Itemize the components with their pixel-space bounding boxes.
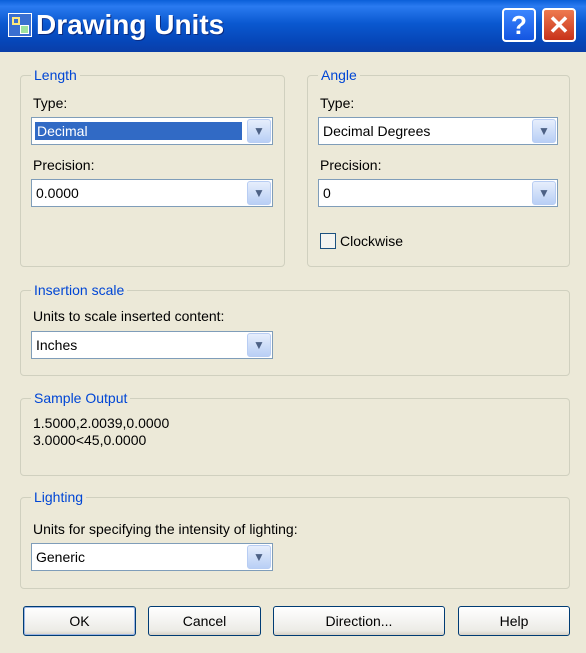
length-precision-label: Precision: — [33, 157, 95, 173]
length-legend: Length — [31, 66, 80, 84]
length-type-label: Type: — [33, 95, 68, 111]
close-button[interactable]: ✕ — [542, 8, 576, 42]
angle-precision-label: Precision: — [320, 157, 382, 173]
chevron-down-icon[interactable]: ▼ — [247, 181, 271, 205]
chevron-down-icon[interactable]: ▼ — [247, 333, 271, 357]
angle-type-dropdown[interactable]: Decimal Degrees ▼ — [318, 117, 558, 145]
length-type-dropdown[interactable]: Decimal ▼ — [31, 117, 273, 145]
direction-button[interactable]: Direction... — [273, 606, 445, 636]
drawing-units-icon — [8, 13, 32, 37]
angle-legend: Angle — [318, 66, 360, 84]
length-type-value: Decimal — [35, 122, 242, 140]
angle-precision-dropdown[interactable]: 0 ▼ — [318, 179, 558, 207]
length-precision-dropdown[interactable]: 0.0000 ▼ — [31, 179, 273, 207]
chevron-down-icon[interactable]: ▼ — [247, 119, 271, 143]
angle-type-label: Type: — [320, 95, 355, 111]
drawing-units-dialog: Drawing Units ? ✕ Length Type: Decimal ▼… — [0, 0, 586, 653]
insertion-scale-label: Units to scale inserted content: — [33, 308, 225, 324]
lighting-legend: Lighting — [31, 488, 87, 506]
help-title-button[interactable]: ? — [502, 8, 536, 42]
lighting-label: Units for specifying the intensity of li… — [33, 521, 298, 537]
chevron-down-icon[interactable]: ▼ — [532, 181, 556, 205]
insertion-scale-legend: Insertion scale — [31, 281, 128, 299]
chevron-down-icon[interactable]: ▼ — [532, 119, 556, 143]
angle-type-value: Decimal Degrees — [323, 123, 431, 139]
cancel-button[interactable]: Cancel — [148, 606, 261, 636]
insertion-scale-value: Inches — [36, 337, 78, 353]
clockwise-checkbox[interactable] — [320, 233, 336, 249]
angle-precision-value: 0 — [323, 185, 331, 201]
sample-output-legend: Sample Output — [31, 389, 131, 407]
length-precision-value: 0.0000 — [36, 185, 79, 201]
clockwise-label[interactable]: Clockwise — [340, 232, 403, 250]
sample-output-line-1: 1.5000,2.0039,0.0000 — [33, 415, 170, 431]
chevron-down-icon[interactable]: ▼ — [247, 545, 271, 569]
insertion-scale-dropdown[interactable]: Inches ▼ — [31, 331, 273, 359]
ok-button[interactable]: OK — [23, 606, 136, 636]
sample-output-line-2: 3.0000<45,0.0000 — [33, 432, 147, 448]
lighting-units-dropdown[interactable]: Generic ▼ — [31, 543, 273, 571]
title-bar[interactable]: Drawing Units ? ✕ — [0, 0, 586, 52]
lighting-units-value: Generic — [36, 549, 86, 565]
window-title: Drawing Units — [36, 9, 225, 40]
help-button[interactable]: Help — [458, 606, 570, 636]
